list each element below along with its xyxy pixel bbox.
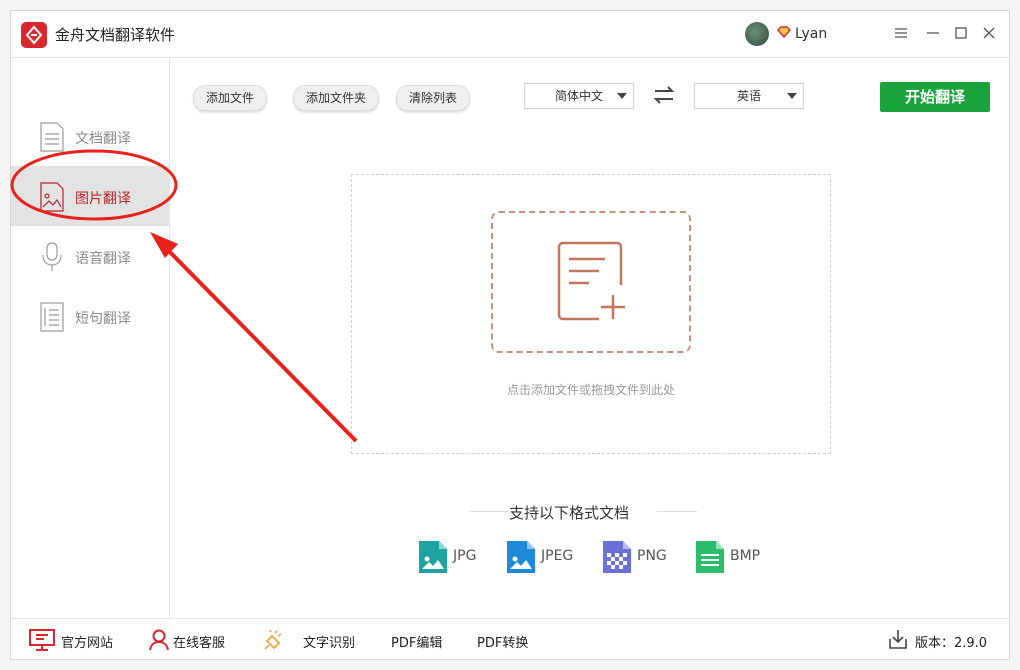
add-folder-button[interactable]: 添加文件夹: [293, 85, 380, 111]
menu-icon[interactable]: [891, 23, 911, 43]
app-logo-icon: [21, 22, 47, 48]
sidebar-item-label: 文档翻译: [75, 131, 131, 147]
file-drop-zone[interactable]: 点击添加文件或拖拽文件到此处: [351, 174, 831, 454]
sidebar-item-voice-translate[interactable]: 语音翻译: [11, 226, 169, 286]
text-recognition-label: 文字识别: [303, 636, 356, 651]
vip-diamond-icon: [777, 26, 791, 38]
official-website-label: 官方网站: [61, 636, 114, 651]
user-support-icon: [149, 629, 169, 651]
download-update-icon: [889, 630, 907, 649]
document-icon: [40, 122, 64, 152]
minimize-icon[interactable]: [923, 23, 943, 43]
add-document-icon: [557, 241, 625, 321]
online-support-label: 在线客服: [173, 636, 226, 651]
target-language-value: 英语: [737, 89, 762, 103]
format-label: PNG: [637, 548, 667, 564]
sidebar-item-label: 图片翻译: [75, 191, 131, 207]
avatar[interactable]: [745, 22, 769, 46]
add-file-button[interactable]: 添加文件: [193, 85, 268, 111]
format-label: JPG: [453, 548, 477, 564]
monitor-icon: [29, 629, 55, 651]
format-label: JPEG: [541, 548, 574, 564]
version-info[interactable]: 版本：2.9.0: [889, 629, 999, 651]
title-bar: 金舟文档翻译软件 Lyan: [11, 11, 1009, 58]
source-language-select[interactable]: 简体中文: [524, 83, 634, 109]
app-title: 金舟文档翻译软件: [55, 26, 176, 44]
username[interactable]: Lyan: [795, 26, 827, 42]
sidebar-item-label: 语音翻译: [75, 251, 131, 267]
official-website-link[interactable]: 官方网站: [29, 629, 121, 651]
sidebar-item-label: 短句翻译: [75, 311, 131, 327]
pdf-edit-link[interactable]: PDF编辑: [391, 629, 451, 651]
maximize-icon[interactable]: [951, 23, 971, 43]
version-label: 版本：2.9.0: [915, 636, 988, 651]
online-support-link[interactable]: 在线客服: [149, 629, 233, 651]
jpeg-file-icon: [507, 541, 535, 573]
text-recognition-link[interactable]: 文字识别: [263, 629, 355, 651]
pdf-convert-link[interactable]: PDF转换: [477, 629, 537, 651]
target-language-select[interactable]: 英语: [694, 83, 804, 109]
ocr-hand-icon: [264, 629, 282, 650]
source-language-value: 简体中文: [555, 89, 604, 103]
divider: [469, 511, 509, 512]
sidebar-item-sentence-translate[interactable]: 短句翻译: [11, 286, 169, 346]
jpg-file-icon: [419, 541, 447, 573]
add-file-area[interactable]: [491, 211, 691, 353]
clear-list-button[interactable]: 清除列表: [396, 85, 471, 111]
chevron-down-icon: [787, 93, 797, 99]
pdf-edit-label: PDF编辑: [391, 636, 443, 651]
bmp-file-icon: [696, 541, 724, 573]
format-label: BMP: [730, 548, 761, 564]
formats-title: 支持以下格式文档: [509, 504, 630, 522]
png-file-icon: [603, 541, 631, 573]
text-lines-icon: [40, 302, 64, 332]
microphone-icon: [42, 242, 62, 271]
pdf-convert-label: PDF转换: [477, 636, 529, 651]
bottom-bar: 官方网站 在线客服 文字识别 PDF编辑 PDF转换 版本：2.9.0: [11, 618, 1009, 660]
drop-hint: 点击添加文件或拖拽文件到此处: [506, 383, 675, 397]
sidebar: 文档翻译 图片翻译 语音翻译 短句翻译: [11, 58, 170, 618]
swap-languages-icon[interactable]: [653, 85, 675, 105]
start-translate-button[interactable]: 开始翻译: [880, 82, 990, 112]
close-icon[interactable]: [979, 23, 999, 43]
sidebar-item-document-translate[interactable]: 文档翻译: [11, 106, 169, 166]
divider: [657, 511, 697, 512]
chevron-down-icon: [617, 93, 627, 99]
image-icon: [40, 182, 64, 212]
app-window: 金舟文档翻译软件 Lyan 文档翻译 图片翻译 语音翻译 短句翻译 添加文件 添…: [10, 10, 1010, 660]
sidebar-item-image-translate[interactable]: 图片翻译: [11, 166, 169, 226]
